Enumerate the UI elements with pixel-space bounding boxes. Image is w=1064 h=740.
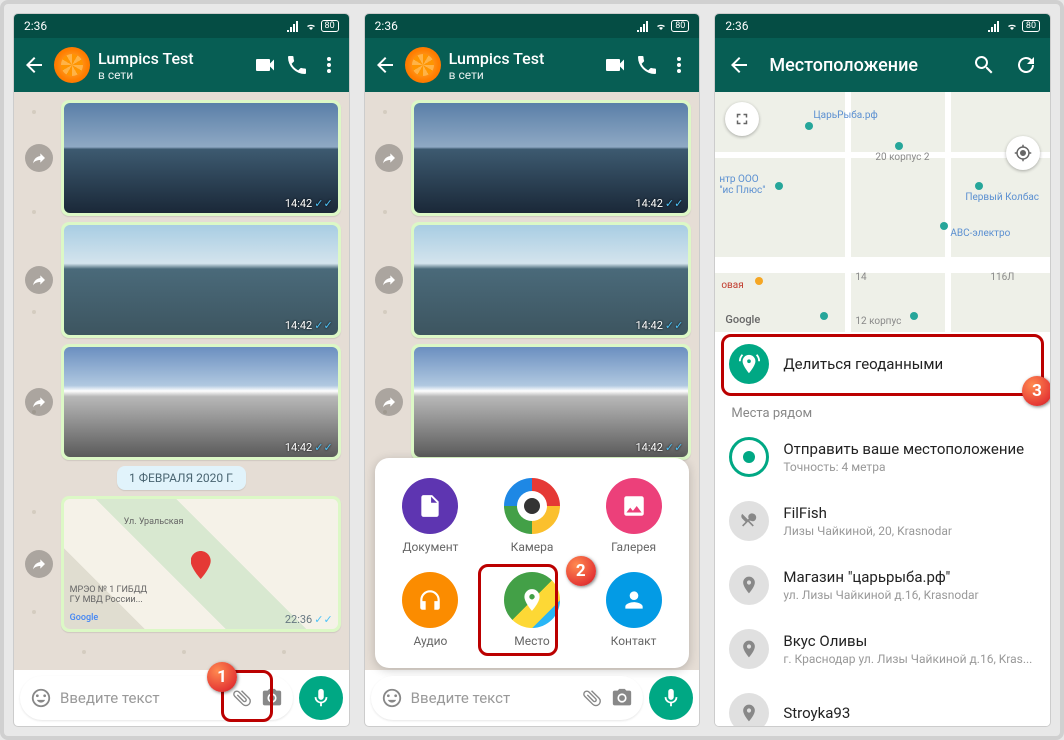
callout-2: 2 [566,556,596,586]
location-list: Делиться геоданными 3 Места рядом Отправ… [715,332,1050,726]
message-image[interactable]: 14:42✓✓ [411,344,691,460]
forward-icon[interactable] [25,388,53,416]
chat-body[interactable]: 14:42✓✓ 14:42✓✓ 14:42✓✓ 1 ФЕВРАЛЯ 2020 Г… [14,92,349,670]
place-item[interactable]: Магазин "царьрыба.рф" ул. Лизы Чайкиной … [715,553,1050,617]
voice-button[interactable] [649,676,693,720]
forward-icon[interactable] [25,266,53,294]
battery-icon: 80 [671,20,689,32]
signal-icon [988,20,1002,32]
map-thumbnail: Ул. Уральская МРЭО № 1 ГИБДД ГУ МВД Росс… [64,499,338,629]
input-bar: Введите текст [365,670,700,726]
attach-location[interactable]: Место 2 [486,572,578,648]
location-header: Местоположение [715,38,1050,92]
place-item[interactable]: FilFish Лизы Чайкиной, 20, Krasnodar [715,489,1050,553]
message-image[interactable]: 14:42✓✓ [61,344,341,460]
place-item[interactable]: Stroyka93 [715,681,1050,726]
video-call-icon[interactable] [253,53,277,77]
read-ticks-icon: ✓✓ [314,613,332,626]
forward-icon[interactable] [375,266,403,294]
chat-header: Lumpics Test в сети [365,38,700,92]
search-icon[interactable] [972,53,996,77]
my-location-icon[interactable] [1006,136,1040,170]
input-bar: Введите текст 1 [14,670,349,726]
message-input-container: Введите текст [371,676,644,720]
contact-status: в сети [98,68,245,82]
attach-audio[interactable]: Аудио [385,572,477,648]
avatar[interactable] [54,47,90,83]
callout-3: 3 [1022,376,1050,406]
attach-contact[interactable]: Контакт [588,572,680,648]
emoji-icon[interactable] [30,687,52,709]
attach-document[interactable]: Документ [385,478,477,554]
back-icon[interactable] [22,53,46,77]
read-ticks-icon: ✓✓ [314,441,332,454]
status-bar: 2:36 80 [715,14,1050,38]
message-image[interactable]: 14:42✓✓ [61,100,341,216]
chat-header: Lumpics Test в сети [14,38,349,92]
callout-1: 1 [207,662,237,692]
message-input[interactable]: Введите текст [411,689,574,707]
back-icon[interactable] [373,53,397,77]
google-logo: Google [725,313,760,326]
call-icon[interactable] [285,53,309,77]
date-separator: 1 ФЕВРАЛЯ 2020 Г. [117,466,246,490]
message-input[interactable]: Введите текст [60,689,223,707]
map-view[interactable]: ЦарьРыба.рф 20 корпус 2 нтр ООО "ис Плюс… [715,92,1050,332]
message-image[interactable]: 14:42✓✓ [411,100,691,216]
page-title: Местоположение [769,55,954,76]
screen-attach: 2:36 80 Lumpics Test в сети 14:42✓✓ 14:4… [365,14,700,726]
avatar[interactable] [405,47,441,83]
wifi-icon [304,20,318,32]
attach-gallery[interactable]: Галерея [588,478,680,554]
status-bar: 2:36 80 [14,14,349,38]
nearby-header: Места рядом [715,396,1050,425]
signal-icon [637,20,651,32]
clock: 2:36 [375,19,398,33]
wifi-icon [654,20,668,32]
message-input-container: Введите текст [20,676,293,720]
menu-icon[interactable] [317,53,341,77]
clock: 2:36 [725,19,748,33]
contact-block[interactable]: Lumpics Test в сети [449,49,596,82]
refresh-icon[interactable] [1014,53,1038,77]
battery-icon: 80 [321,20,339,32]
call-icon[interactable] [635,53,659,77]
forward-icon[interactable] [25,144,53,172]
attach-camera[interactable]: Камера [486,478,578,554]
menu-icon[interactable] [667,53,691,77]
attach-icon[interactable] [577,682,608,713]
share-live-location[interactable]: Делиться геоданными [715,332,1050,396]
wifi-icon [1005,20,1019,32]
read-ticks-icon: ✓✓ [314,197,332,210]
camera-icon[interactable] [611,687,633,709]
signal-icon [287,20,301,32]
camera-icon[interactable] [261,687,283,709]
screen-location: 2:36 80 Местоположение ЦарьРыба.рф 20 ко… [715,14,1050,726]
clock: 2:36 [24,19,47,33]
message-image[interactable]: 14:42✓✓ [411,222,691,338]
message-image[interactable]: 14:42✓✓ [61,222,341,338]
screen-chat: 2:36 80 Lumpics Test в сети 14:42✓✓ 14:4… [14,14,349,726]
message-location[interactable]: Ул. Уральская МРЭО № 1 ГИБДД ГУ МВД Росс… [61,496,341,632]
forward-icon[interactable] [375,144,403,172]
video-call-icon[interactable] [603,53,627,77]
forward-icon[interactable] [25,550,53,578]
voice-button[interactable] [299,676,343,720]
status-bar: 2:36 80 [365,14,700,38]
contact-name: Lumpics Test [98,49,245,68]
emoji-icon[interactable] [381,687,403,709]
back-icon[interactable] [727,53,751,77]
forward-icon[interactable] [375,388,403,416]
attach-sheet: Документ Камера Галерея Аудио Место 2 Ко… [375,458,690,668]
contact-block[interactable]: Lumpics Test в сети [98,49,245,82]
fullscreen-icon[interactable] [725,102,759,136]
send-current-location[interactable]: Отправить ваше местоположение Точность: … [715,425,1050,489]
read-ticks-icon: ✓✓ [314,319,332,332]
battery-icon: 80 [1022,20,1040,32]
place-item[interactable]: Вкус Оливы г. Краснодар ул. Лизы Чайкино… [715,617,1050,681]
